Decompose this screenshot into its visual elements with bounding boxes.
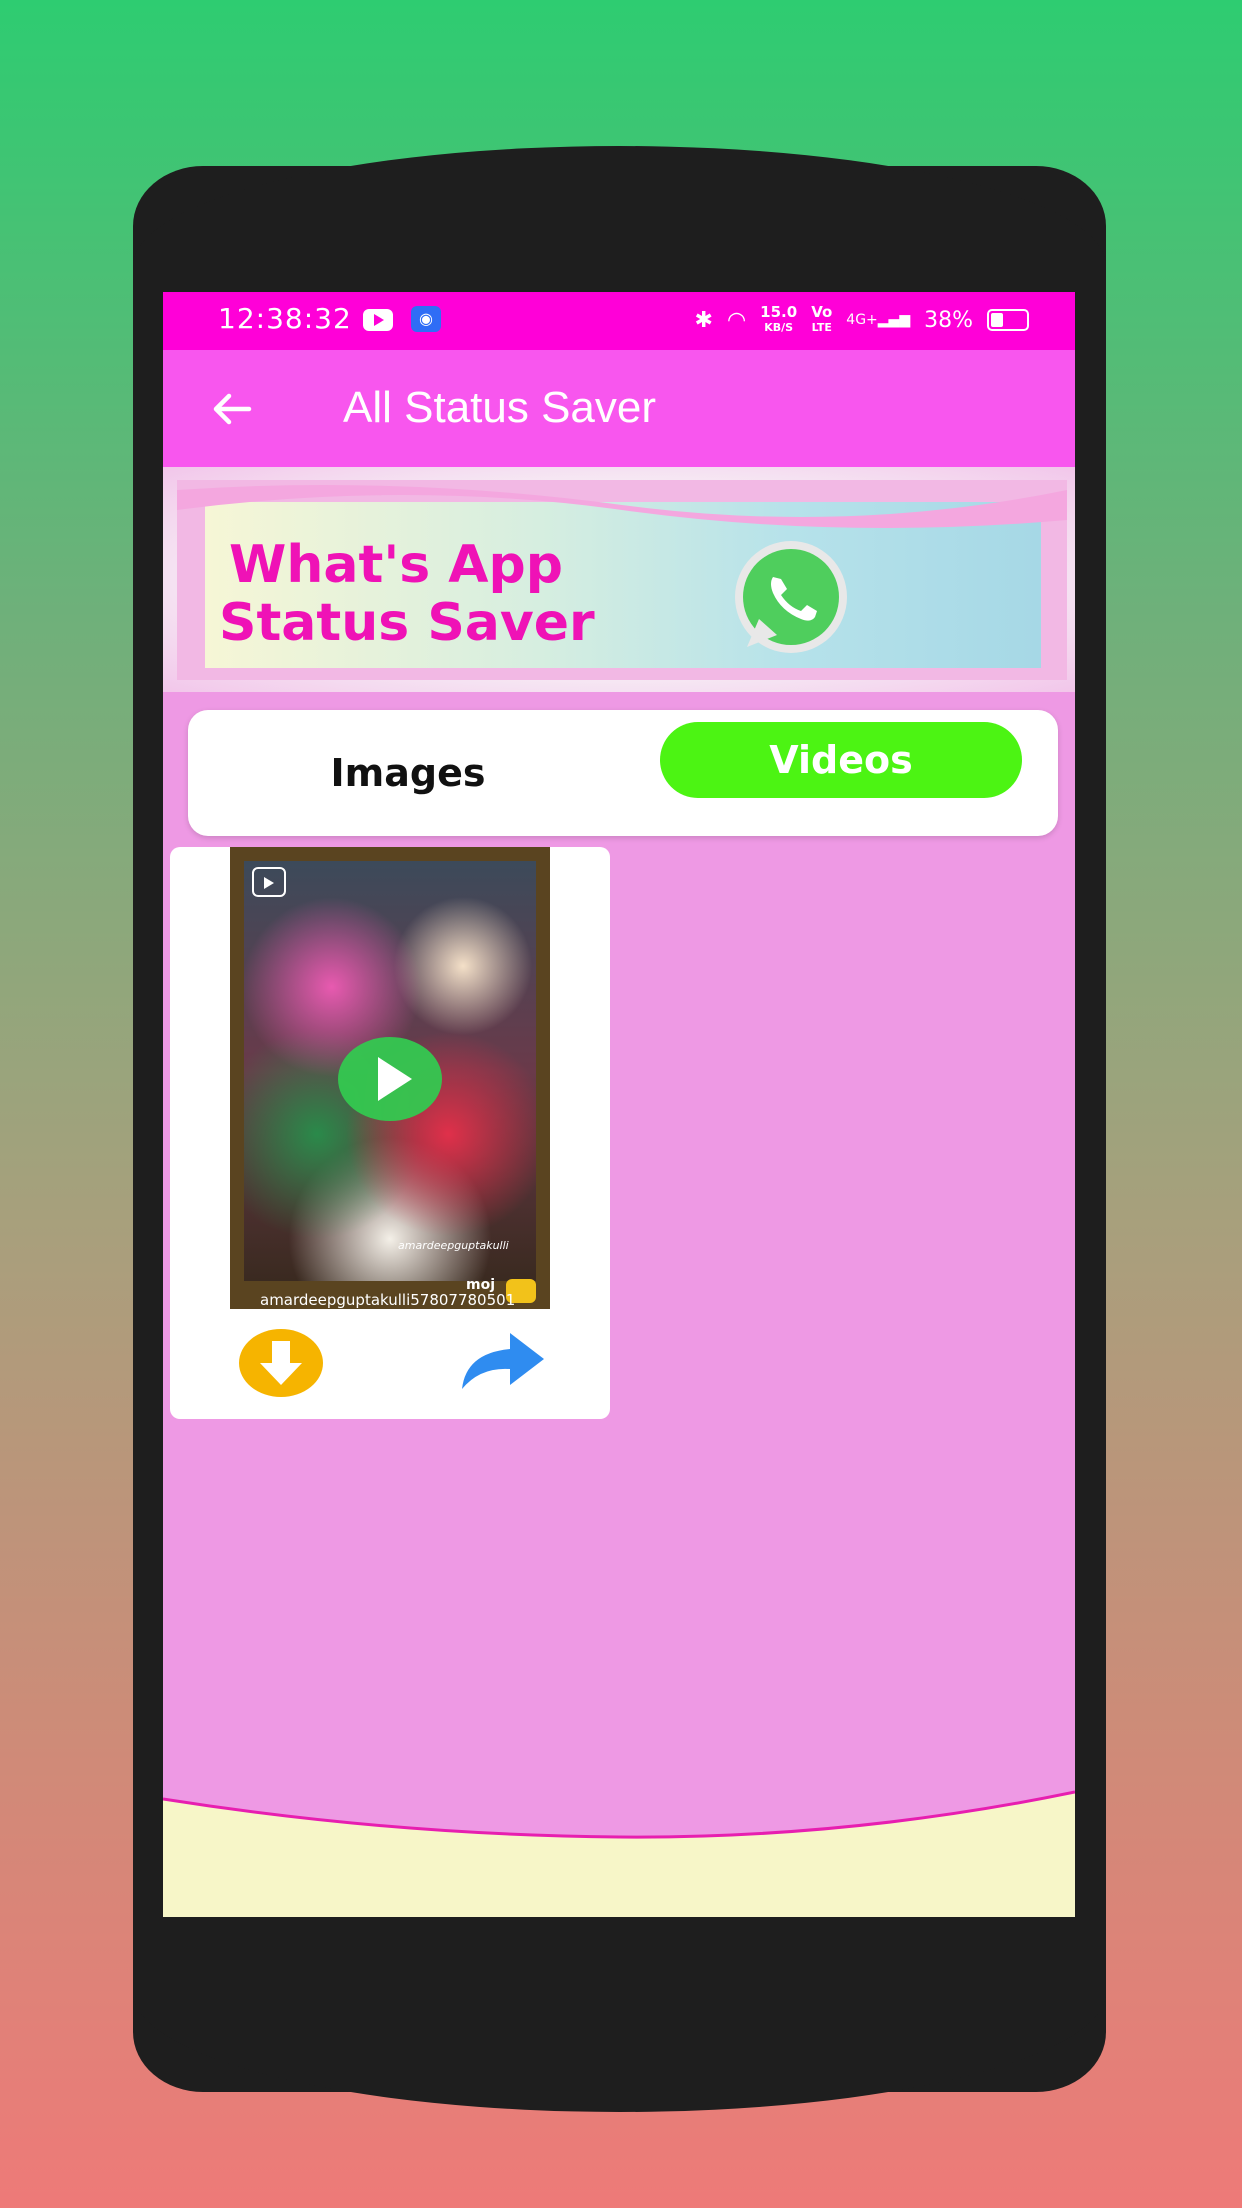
tab-images[interactable]: Images bbox=[228, 710, 588, 836]
status-time: 12:38:32 bbox=[218, 302, 352, 335]
app-screen: 12:38:32 ◉ ✱ ◠ 15.0 KB/S Vo LTE 4G+▂▄▆ 3… bbox=[163, 292, 1075, 1917]
volte-bottom: LTE bbox=[811, 321, 832, 334]
battery-percent: 38% bbox=[924, 307, 973, 333]
whatsapp-icon bbox=[735, 541, 847, 653]
status-indicators: ✱ ◠ 15.0 KB/S Vo LTE 4G+▂▄▆ 38% bbox=[695, 305, 1029, 335]
whatsapp-banner: What's App Status Saver bbox=[177, 480, 1067, 680]
network-type: 4G+ bbox=[846, 312, 878, 328]
banner-wave bbox=[177, 485, 1067, 528]
android-bot-icon: ◉ bbox=[411, 306, 441, 332]
banner-heading: What's App Status Saver bbox=[219, 536, 595, 652]
volte-top: Vo bbox=[811, 303, 833, 321]
battery-icon bbox=[987, 309, 1029, 331]
banner-line-1: What's App bbox=[229, 535, 563, 595]
play-icon[interactable] bbox=[338, 1037, 442, 1121]
watermark-bottom: amardeepguptakulli57807780501 bbox=[260, 1291, 516, 1309]
watermark-top: amardeepguptakulli bbox=[398, 1239, 509, 1252]
status-bar: 12:38:32 ◉ ✱ ◠ 15.0 KB/S Vo LTE 4G+▂▄▆ 3… bbox=[163, 292, 1075, 350]
bottom-wave bbox=[163, 1790, 1075, 1917]
share-icon[interactable] bbox=[458, 1329, 546, 1393]
speed-value: 15.0 bbox=[760, 303, 798, 321]
video-status-card: amardeepguptakulli moj amardeepguptakull… bbox=[170, 847, 610, 1419]
tab-videos[interactable]: Videos bbox=[660, 722, 1022, 798]
video-thumbnail[interactable]: amardeepguptakulli moj amardeepguptakull… bbox=[230, 847, 550, 1309]
reels-icon bbox=[252, 867, 286, 897]
back-arrow-icon[interactable] bbox=[209, 386, 255, 432]
volte-indicator: Vo LTE bbox=[811, 305, 832, 335]
headphones-icon: ◠ bbox=[726, 307, 747, 333]
network-speed: 15.0 KB/S bbox=[760, 305, 797, 335]
bluetooth-icon: ✱ bbox=[694, 307, 713, 333]
download-icon[interactable] bbox=[238, 1327, 324, 1399]
speed-unit: KB/S bbox=[764, 321, 794, 334]
signal-icon: 4G+▂▄▆ bbox=[846, 312, 911, 328]
app-bar: All Status Saver bbox=[163, 350, 1075, 467]
banner-line-2: Status Saver bbox=[219, 593, 595, 653]
page-title: All Status Saver bbox=[343, 383, 657, 432]
youtube-icon bbox=[363, 309, 393, 331]
media-tabs: Images Videos bbox=[188, 710, 1058, 836]
